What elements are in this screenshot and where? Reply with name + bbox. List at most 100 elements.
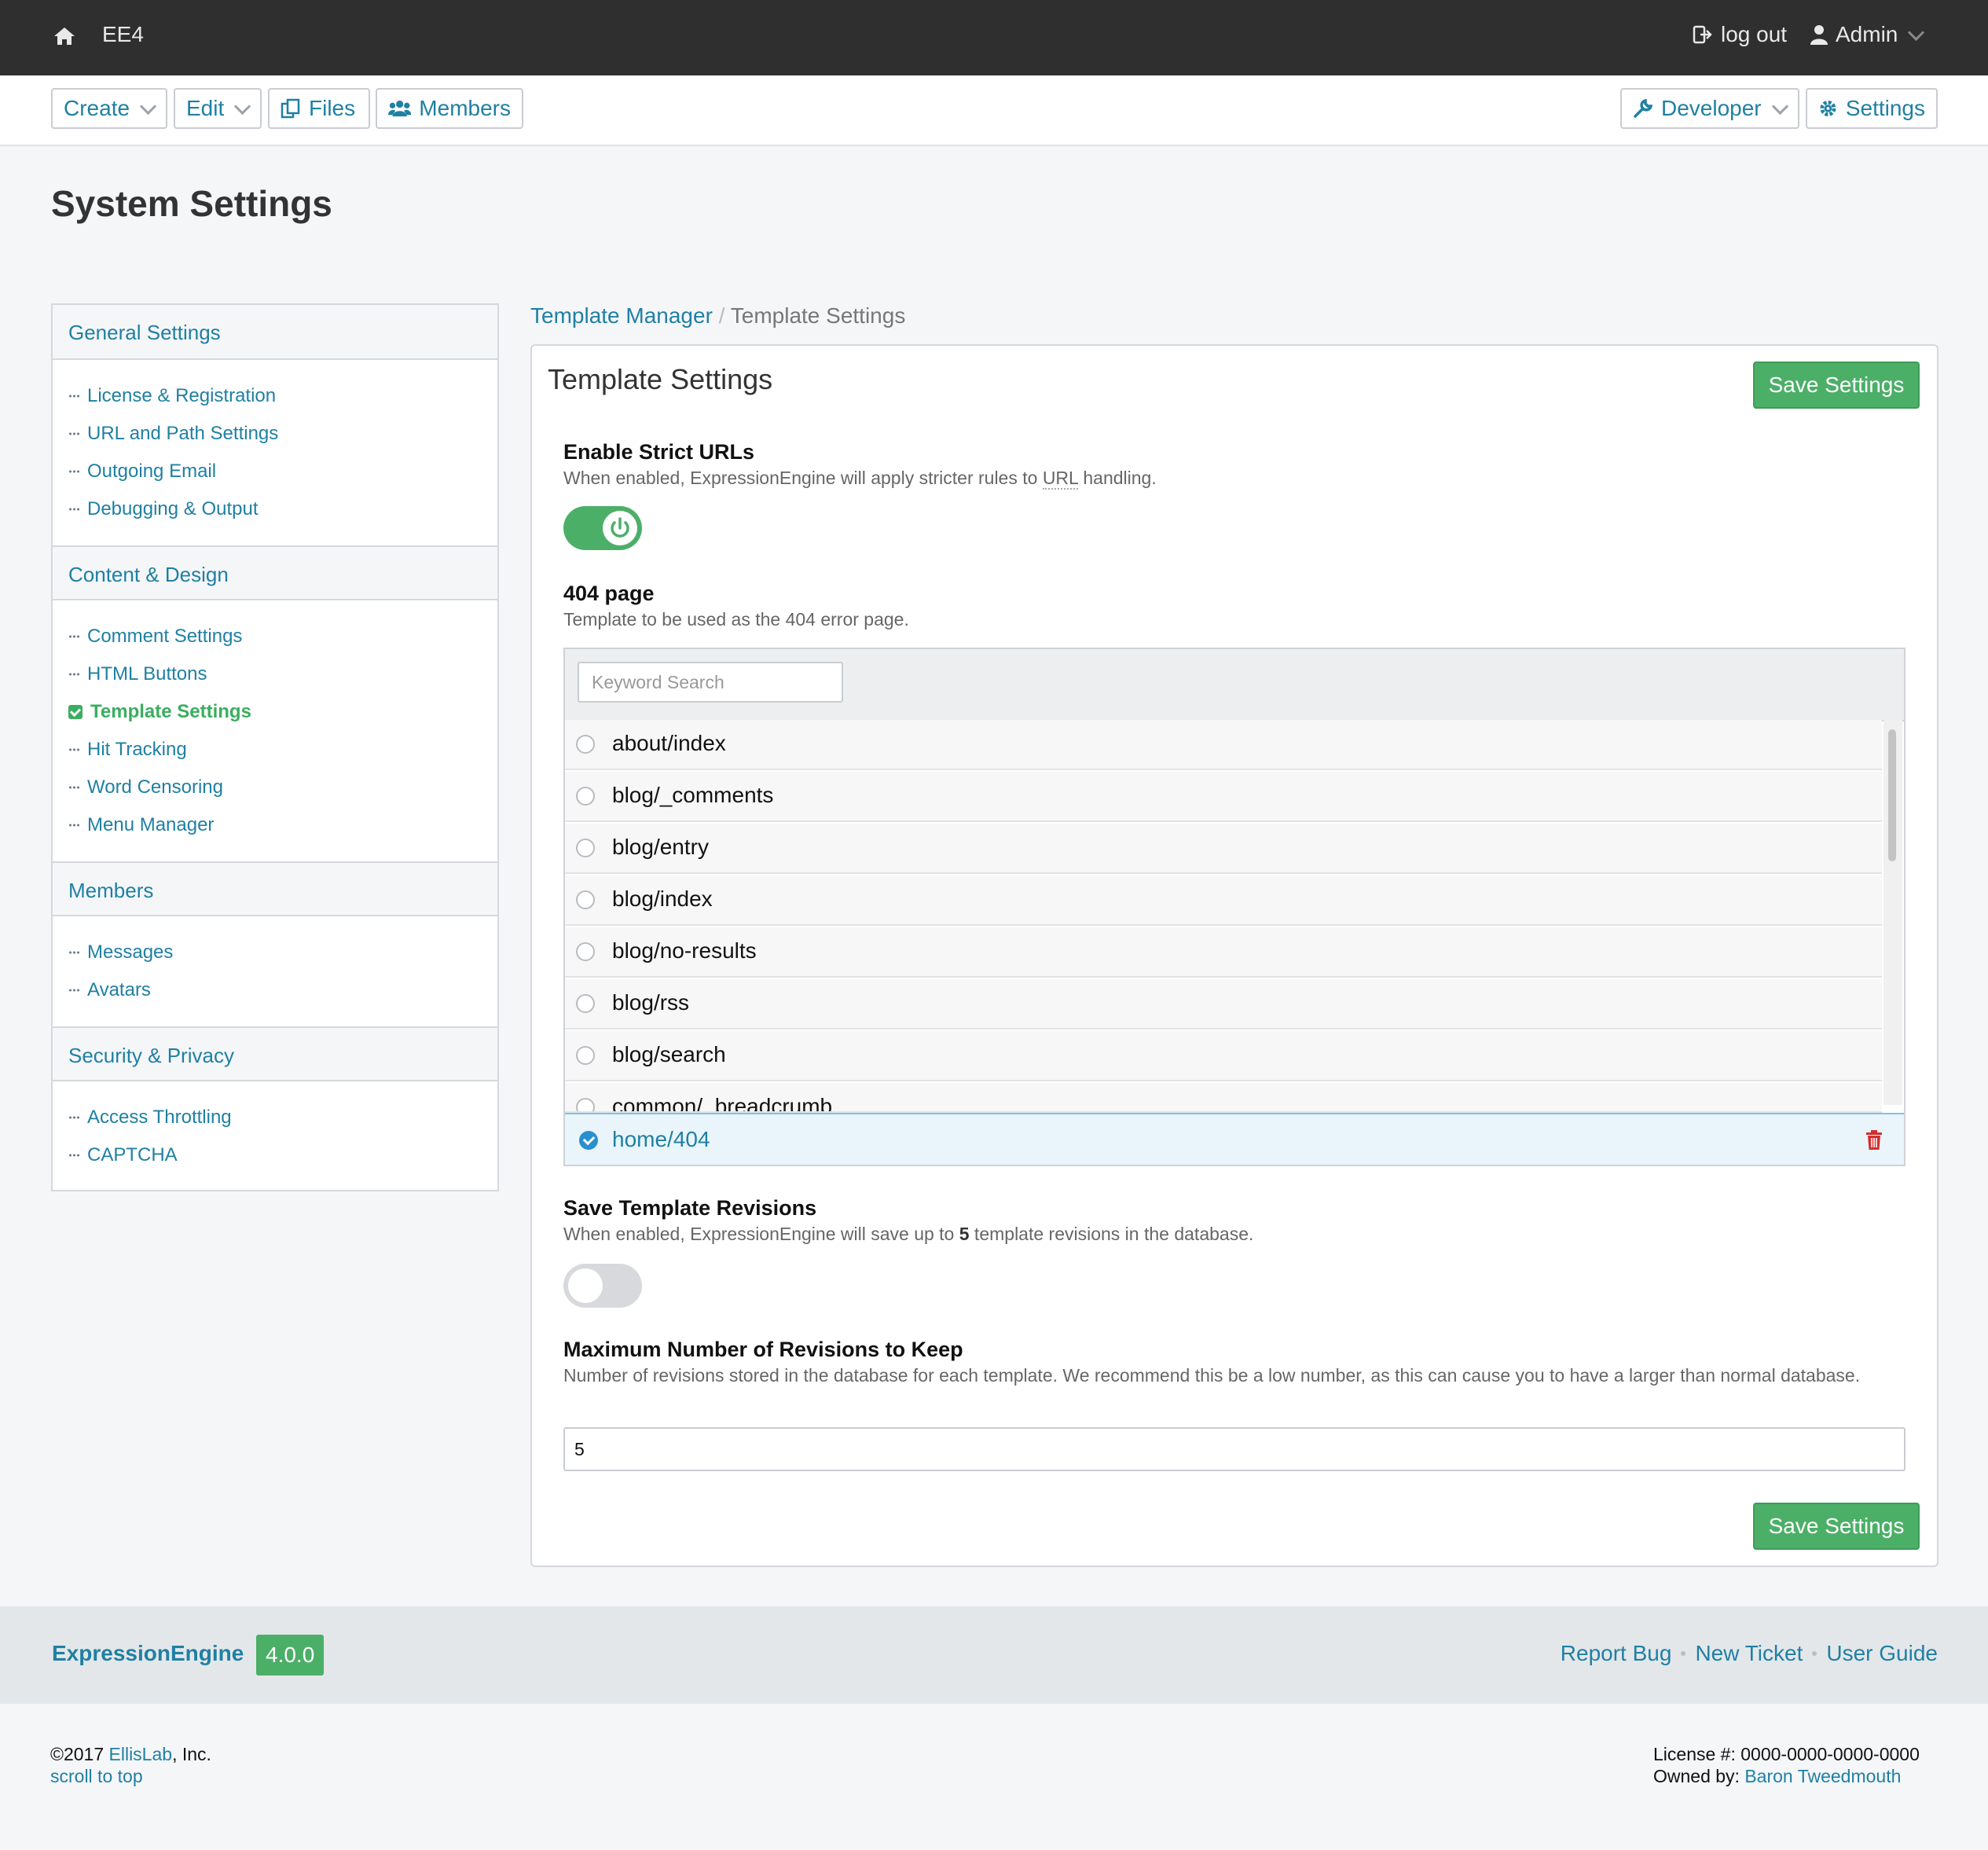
members-button[interactable]: Members [376,88,523,129]
template-option[interactable]: blog/index [565,875,1882,926]
radio-button[interactable] [576,942,595,961]
trash-icon[interactable] [1865,1130,1883,1151]
sidebar-item-hit-tracking[interactable]: Hit Tracking [68,739,187,761]
sidebar-item-label: CAPTCHA [87,1144,178,1165]
sidebar-heading-security[interactable]: Security & Privacy [53,1026,497,1081]
template-option-label: blog/no-results [612,938,757,963]
keyword-search-input[interactable] [578,662,843,703]
template-option[interactable]: common/_breadcrumb [565,1083,1882,1113]
revisions-title: Save Template Revisions [563,1196,817,1220]
radio-button[interactable] [576,994,595,1013]
settings-sidebar: General Settings License & Registration … [51,303,499,1191]
home-icon[interactable] [52,24,77,49]
sidebar-item-avatars[interactable]: Avatars [68,979,151,1001]
breadcrumb-template-manager[interactable]: Template Manager [530,303,713,328]
site-name-link[interactable]: EE4 [102,22,144,47]
report-bug-link[interactable]: Report Bug [1561,1641,1672,1666]
license-info: License #: 0000-0000-0000-0000 Owned by:… [1653,1743,1920,1787]
sidebar-item-outgoing-email[interactable]: Outgoing Email [68,461,216,483]
page-title: System Settings [51,183,332,224]
sidebar-item-label: Avatars [87,979,151,1000]
panel-title: Template Settings [548,363,773,395]
create-menu-button[interactable]: Create [51,88,167,129]
sidebar-item-messages[interactable]: Messages [68,942,173,964]
files-button[interactable]: Files [268,88,370,129]
logout-link[interactable]: log out [1693,22,1787,47]
template-option[interactable]: blog/rss [565,979,1882,1030]
company-link[interactable]: EllisLab [109,1744,173,1764]
check-icon [68,705,83,719]
sidebar-item-access-throttling[interactable]: Access Throttling [68,1107,232,1129]
sidebar-item-label: Outgoing Email [87,461,217,482]
sidebar-item-word-censoring[interactable]: Word Censoring [68,776,223,798]
owner-link[interactable]: Baron Tweedmouth [1744,1766,1901,1786]
developer-menu-button[interactable]: Developer [1620,88,1799,129]
radio-button[interactable] [576,787,595,806]
sidebar-item-label: HTML Buttons [87,663,207,685]
settings-label: Settings [1845,96,1925,120]
desc-text: template revisions in the database. [969,1224,1254,1244]
template-picker: about/index blog/_comments blog/entry bl… [563,648,1905,1166]
page-404-title: 404 page [563,582,655,605]
user-guide-link[interactable]: User Guide [1826,1641,1938,1666]
sidebar-item-label: Comment Settings [87,626,243,647]
sidebar-item-debugging[interactable]: Debugging & Output [68,498,259,520]
sidebar-heading-members[interactable]: Members [53,861,497,916]
scroll-to-top-link[interactable]: scroll to top [50,1766,143,1786]
sidebar-item-label: URL and Path Settings [87,423,279,444]
sidebar-heading-label: Content & Design [68,563,229,586]
radio-button[interactable] [576,890,595,909]
strict-urls-desc: When enabled, ExpressionEngine will appl… [563,467,1899,490]
sidebar-item-comment-settings[interactable]: Comment Settings [68,626,242,648]
template-option[interactable]: about/index [565,720,1882,770]
sidebar-item-template-settings[interactable]: Template Settings [68,701,251,723]
revisions-desc: When enabled, ExpressionEngine will save… [563,1223,1899,1246]
bullet-icon [68,635,79,638]
footer-brand-link[interactable]: ExpressionEngine [52,1641,244,1666]
save-settings-button-bottom[interactable]: Save Settings [1753,1503,1920,1550]
strict-urls-toggle[interactable] [563,506,642,550]
chevron-down-icon [1908,24,1925,41]
template-option[interactable]: blog/entry [565,824,1882,874]
files-icon [281,98,300,119]
edit-menu-button[interactable]: Edit [174,88,262,129]
sidebar-heading-general[interactable]: General Settings [53,305,497,360]
bullet-icon [68,508,79,511]
sidebar-item-url-paths[interactable]: URL and Path Settings [68,423,278,445]
owner-label: Owned by: [1653,1766,1745,1786]
user-menu[interactable]: Admin [1810,22,1925,47]
url-abbr: URL [1042,468,1078,490]
owner-line: Owned by: Baron Tweedmouth [1653,1765,1920,1787]
sidebar-heading-label: Security & Privacy [68,1044,234,1067]
top-bar: EE4 log out Admin [0,0,1988,75]
sidebar-heading-label: Members [68,879,154,902]
template-option-label: blog/entry [612,835,709,859]
template-option[interactable]: blog/search [565,1031,1882,1081]
max-revisions-desc: Number of revisions stored in the databa… [563,1365,1861,1386]
radio-button[interactable] [576,1098,595,1111]
strict-urls-title: Enable Strict URLs [563,440,755,464]
sidebar-item-label: Debugging & Output [87,498,259,519]
save-settings-button-top[interactable]: Save Settings [1753,362,1920,409]
desc-text: When enabled, ExpressionEngine will appl… [563,468,1043,488]
settings-button[interactable]: Settings [1806,88,1938,129]
radio-button[interactable] [576,735,595,754]
new-ticket-link[interactable]: New Ticket [1695,1641,1803,1666]
user-icon [1810,25,1828,45]
template-option[interactable]: blog/no-results [565,927,1882,978]
radio-button[interactable] [576,839,595,857]
sidebar-item-label: Access Throttling [87,1107,232,1128]
radio-button[interactable] [576,1046,595,1065]
sidebar-item-license[interactable]: License & Registration [68,385,276,407]
max-revisions-input[interactable] [563,1427,1905,1471]
sidebar-item-captcha[interactable]: CAPTCHA [68,1144,178,1166]
sidebar-item-html-buttons[interactable]: HTML Buttons [68,663,207,685]
picker-scrollbar-thumb[interactable] [1888,729,1896,861]
template-option[interactable]: blog/_comments [565,772,1882,822]
sidebar-heading-content-design[interactable]: Content & Design [53,545,497,600]
sidebar-item-label: Hit Tracking [87,739,187,760]
revisions-toggle[interactable] [563,1264,642,1308]
power-icon [611,517,629,538]
max-revisions-title: Maximum Number of Revisions to Keep [563,1338,963,1361]
sidebar-item-menu-manager[interactable]: Menu Manager [68,814,214,836]
